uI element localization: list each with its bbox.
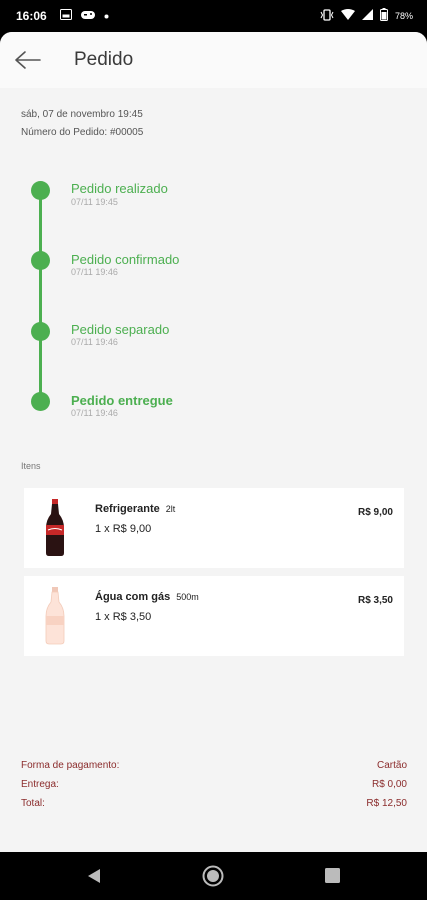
nav-home-icon[interactable] <box>202 865 224 892</box>
timeline-dot <box>31 392 50 411</box>
timeline-step-time: 07/11 19:46 <box>71 337 118 347</box>
order-date: sáb, 07 de novembro 19:45 <box>21 109 143 120</box>
soda-bottle-icon <box>40 498 70 558</box>
vibrate-icon <box>320 8 334 24</box>
item-name: Refrigerante 2lt <box>95 503 175 515</box>
arrow-left-icon <box>12 51 44 80</box>
game-icon <box>81 10 95 23</box>
water-bottle-icon <box>40 586 70 646</box>
payment-method-label: Forma de pagamento: <box>21 760 120 771</box>
system-nav-bar <box>0 852 427 900</box>
timeline-line <box>39 190 42 403</box>
app-bar: Pedido <box>0 32 427 88</box>
timeline-dot <box>31 181 50 200</box>
order-screen: Pedido sáb, 07 de novembro 19:45 Número … <box>0 32 427 852</box>
status-bar: 16:06 78% <box>0 0 427 32</box>
battery-icon <box>379 8 388 24</box>
list-item[interactable]: Refrigerante 2lt 1 x R$ 9,00 R$ 9,00 <box>24 488 404 568</box>
nav-recents-icon[interactable] <box>325 868 340 888</box>
signal-icon <box>361 9 373 23</box>
total-row: Total: R$ 12,50 <box>21 798 407 809</box>
wifi-icon <box>340 9 355 23</box>
timeline-step-time: 07/11 19:45 <box>71 197 118 207</box>
delivery-label: Entrega: <box>21 779 59 790</box>
item-quantity: 1 x R$ 3,50 <box>95 611 152 623</box>
delivery-value: R$ 0,00 <box>371 779 407 790</box>
dot-icon <box>104 10 109 22</box>
payment-method-value: Cartão <box>376 760 407 771</box>
page-title: Pedido <box>74 49 134 70</box>
status-time: 16:06 <box>16 9 47 23</box>
gallery-icon <box>60 9 72 23</box>
timeline-step-title: Pedido separado <box>71 322 170 337</box>
delivery-row: Entrega: R$ 0,00 <box>21 779 407 790</box>
timeline-step-title: Pedido realizado <box>71 181 168 196</box>
item-name: Água com gás 500m <box>95 591 199 603</box>
timeline-step-title: Pedido confirmado <box>71 252 180 267</box>
battery-percent: 78% <box>394 11 413 21</box>
nav-back-icon[interactable] <box>86 868 102 889</box>
item-price: R$ 9,00 <box>357 507 393 518</box>
timeline-dot <box>31 251 50 270</box>
item-size: 2lt <box>165 504 176 514</box>
timeline-dot <box>31 322 50 341</box>
payment-method-row: Forma de pagamento: Cartão <box>21 760 407 771</box>
list-item[interactable]: Água com gás 500m 1 x R$ 3,50 R$ 3,50 <box>24 576 404 656</box>
order-number: Número do Pedido: #00005 <box>21 127 144 138</box>
back-button[interactable] <box>12 44 44 76</box>
item-name-text: Água com gás <box>95 591 171 603</box>
timeline-step-time: 07/11 19:46 <box>71 267 118 277</box>
items-section-label: Itens <box>21 461 41 471</box>
item-price: R$ 3,50 <box>357 595 393 606</box>
item-quantity: 1 x R$ 9,00 <box>95 523 152 535</box>
item-size: 500m <box>176 592 199 602</box>
timeline-step-time: 07/11 19:46 <box>71 408 118 418</box>
total-value: R$ 12,50 <box>366 798 407 809</box>
timeline-step-title: Pedido entregue <box>71 393 173 408</box>
total-label: Total: <box>21 798 45 809</box>
item-name-text: Refrigerante <box>95 503 160 515</box>
